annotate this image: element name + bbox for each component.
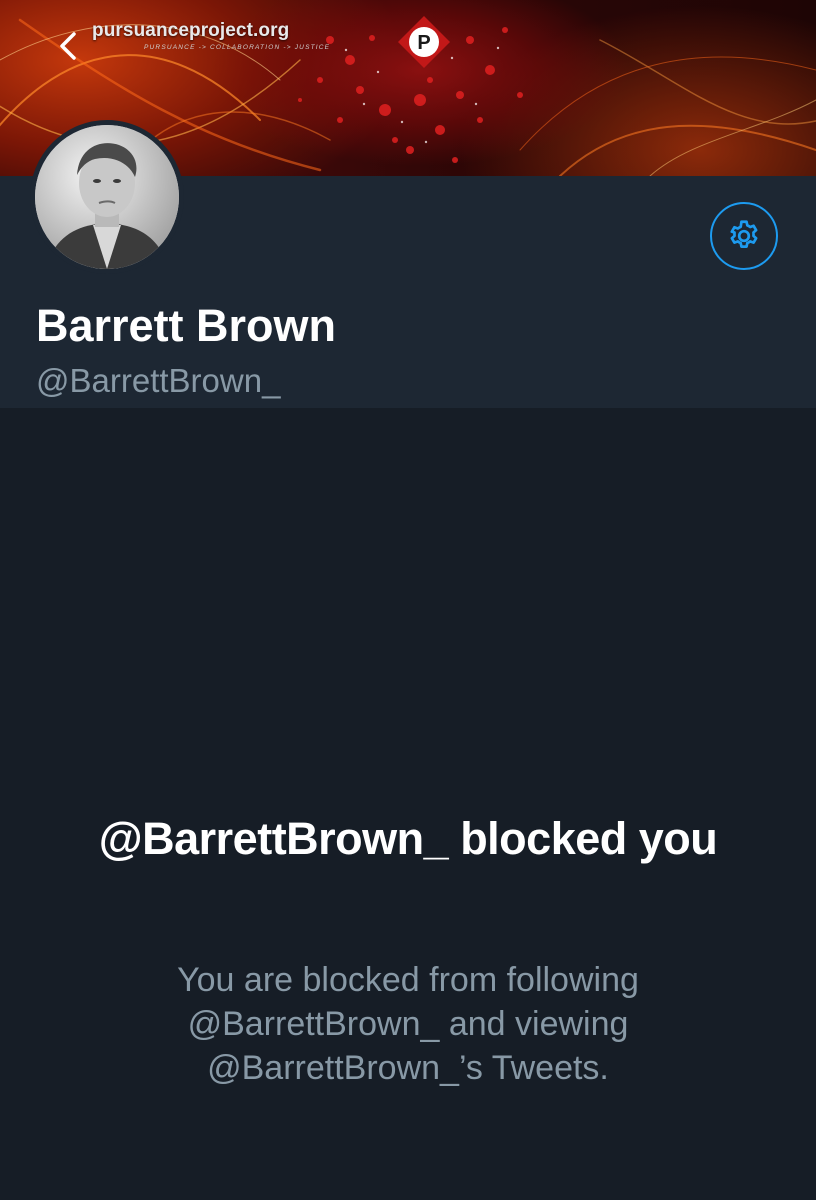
banner-tagline: PURSUANCE -> COLLABORATION -> JUSTICE <box>144 44 331 51</box>
chevron-left-icon <box>60 32 76 60</box>
settings-button[interactable] <box>710 202 778 270</box>
back-button[interactable] <box>52 26 88 66</box>
banner-site-name: pursuanceproject.org <box>92 20 290 41</box>
avatar-photo <box>35 125 179 269</box>
blocked-description: You are blocked from following @BarrettB… <box>177 961 639 1087</box>
gear-icon <box>730 220 758 248</box>
banner-logo: pursuanceproject.org PURSUANCE -> COLLAB… <box>92 20 330 51</box>
profile-page: pursuanceproject.org PURSUANCE -> COLLAB… <box>0 0 816 1200</box>
profile-handle: @BarrettBrown_ <box>36 362 281 399</box>
profile-display-name: Barrett Brown <box>36 300 337 351</box>
blocked-title: @BarrettBrown_ blocked you <box>98 813 718 864</box>
badge-letter: P <box>417 32 430 54</box>
pursuance-logo-badge: P <box>396 14 452 70</box>
pursuance-logo-icon: P <box>398 16 450 68</box>
avatar[interactable] <box>30 120 184 274</box>
